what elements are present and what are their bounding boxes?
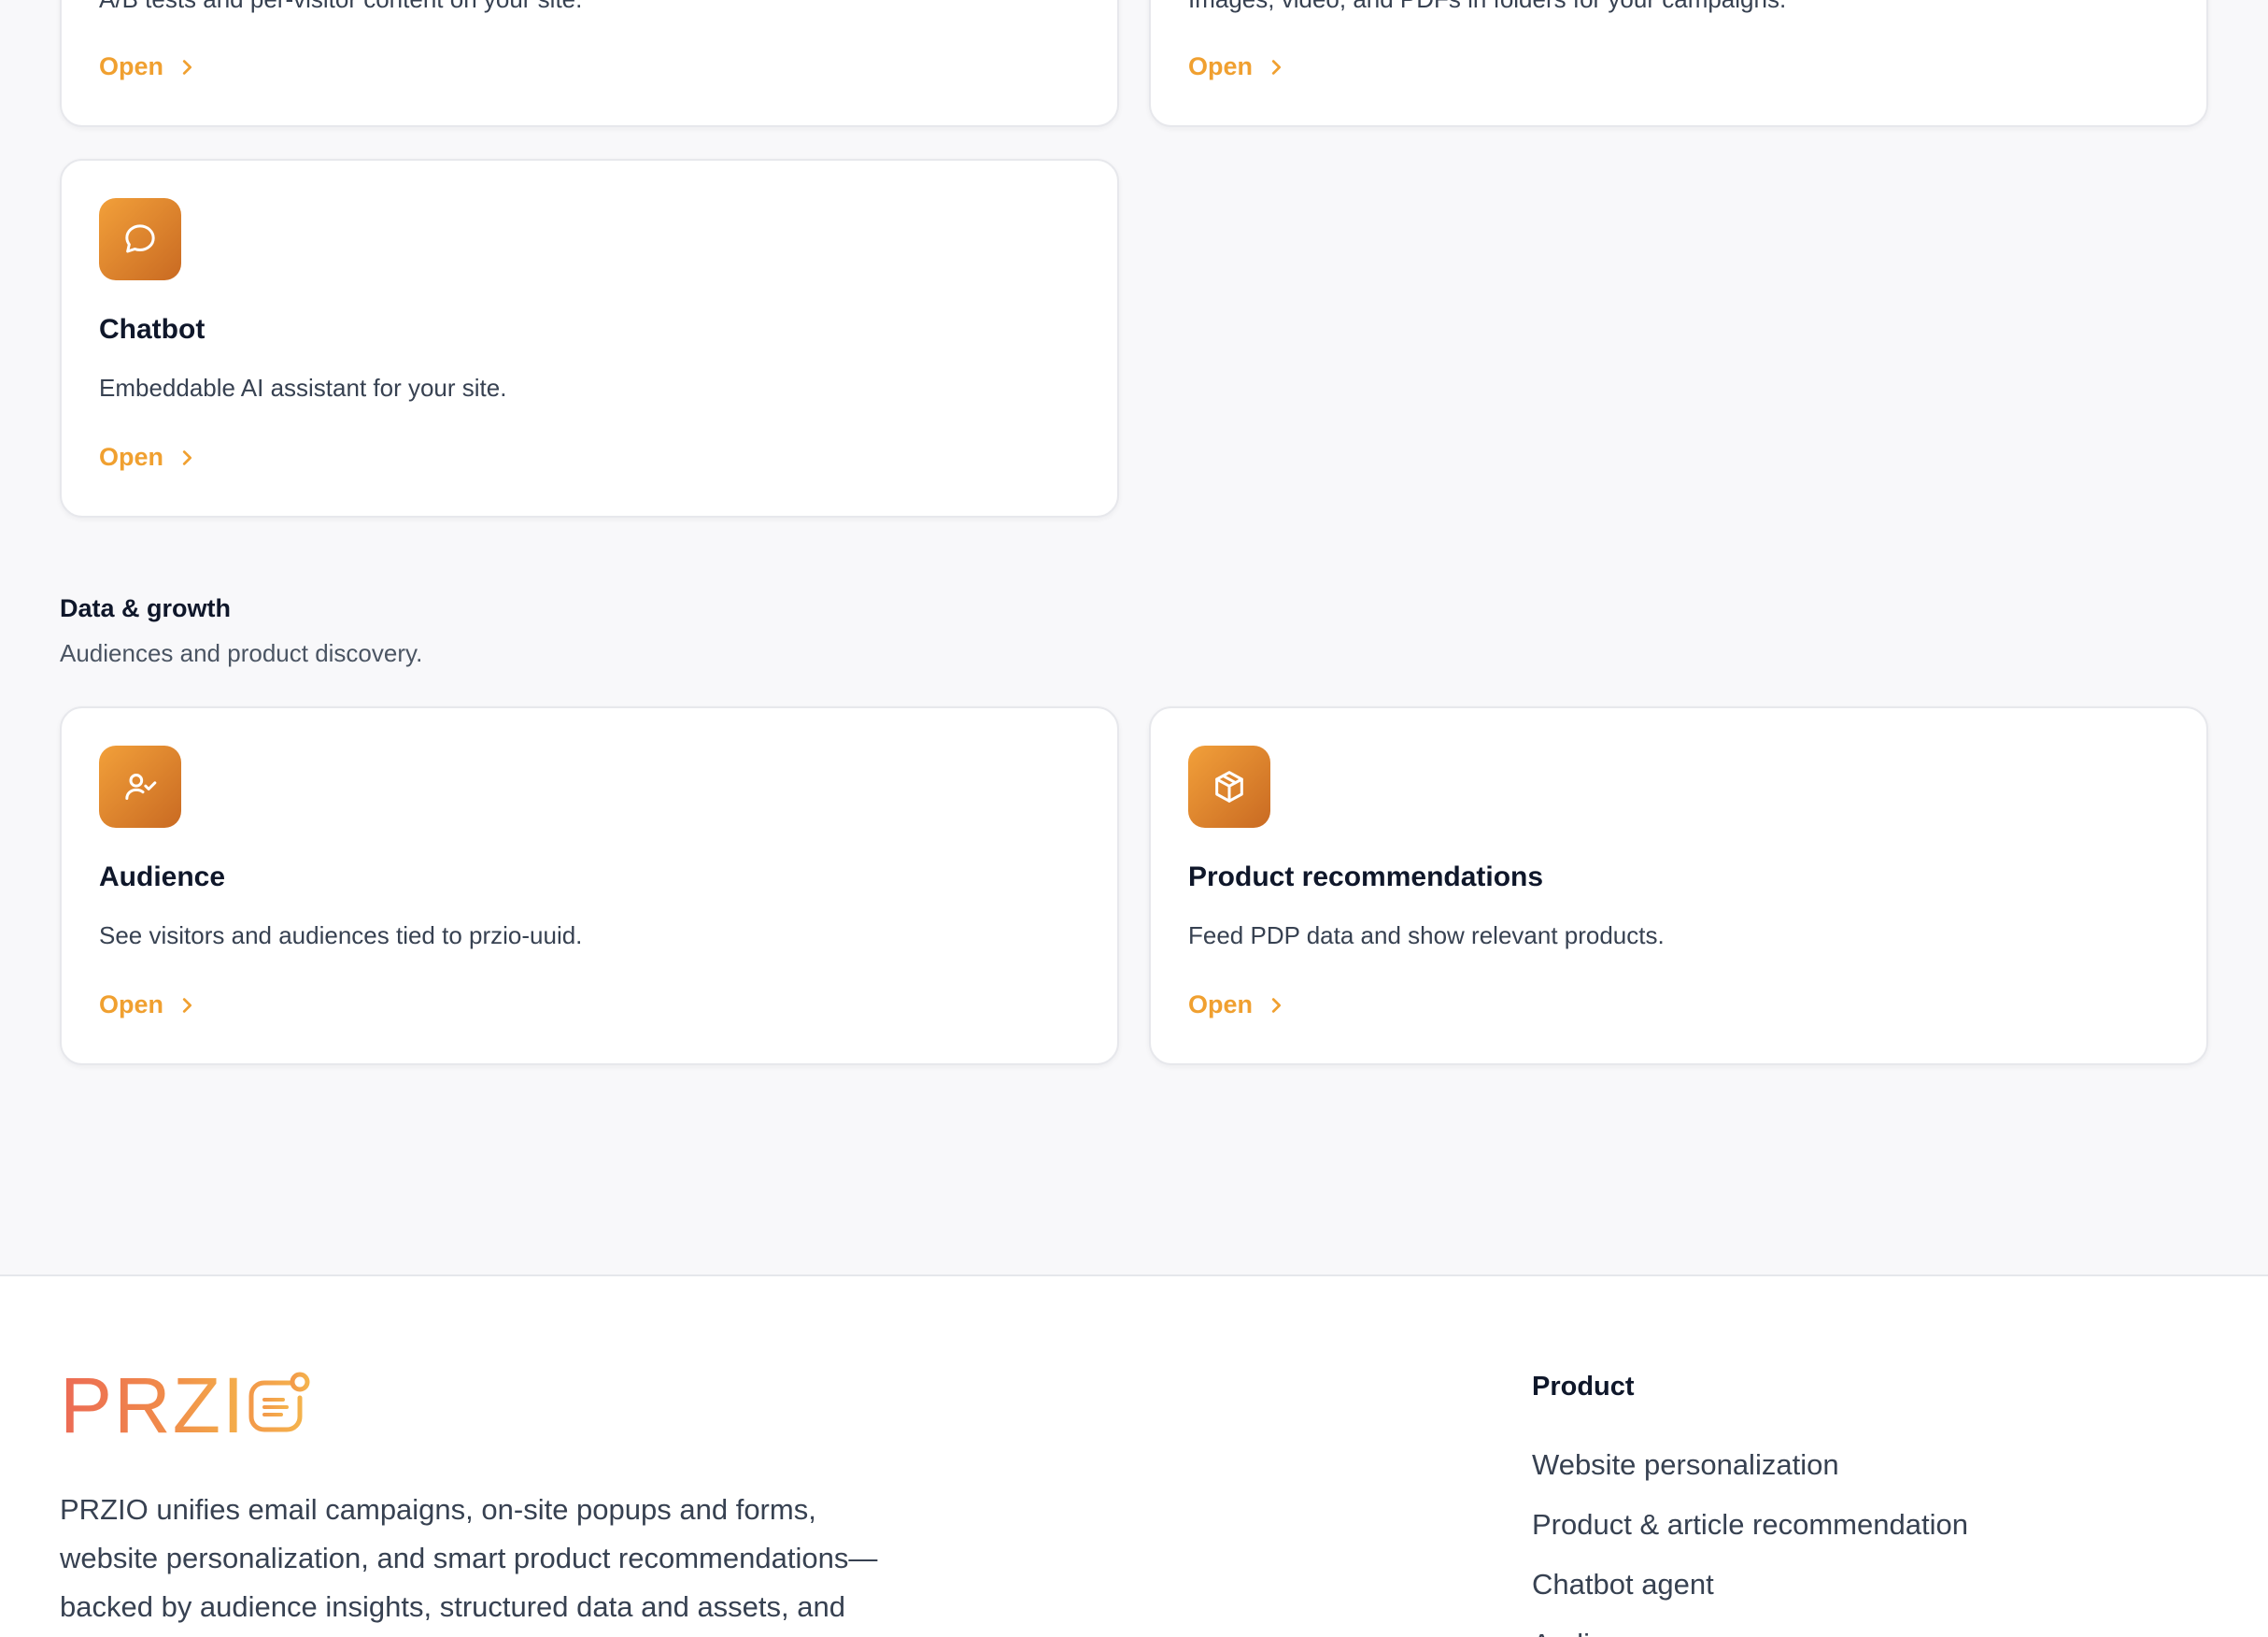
card-title: Chatbot [99, 314, 206, 345]
card-title: Product recommendations [1188, 861, 1544, 892]
card-media-library: Images, video, and PDFs in folders for y… [1149, 0, 2208, 127]
footer-link-audience[interactable]: Audience [1532, 1622, 1968, 1637]
open-link[interactable]: Open [1188, 990, 1286, 1019]
footer-link-product-article-recommendation[interactable]: Product & article recommendation [1532, 1502, 1968, 1562]
main-content: A/B tests and per-visitor content on you… [0, 0, 2268, 1274]
open-link[interactable]: Open [99, 443, 197, 472]
card-product-recommendations: Product recommendations Feed PDP data an… [1149, 706, 2208, 1065]
open-link[interactable]: Open [1188, 52, 1286, 81]
card-description: A/B tests and per-visitor content on you… [99, 0, 582, 14]
card-description: See visitors and audiences tied to przio… [99, 921, 583, 949]
open-link-label: Open [99, 443, 164, 471]
site-footer: PRZI PRZIO unifies email campaigns, on-s… [0, 1274, 2268, 1637]
footer-product-links: Website personalization Product & articl… [1532, 1443, 1968, 1637]
open-link[interactable]: Open [99, 990, 197, 1019]
user-check-icon [99, 746, 181, 828]
logo-o-icon [248, 1372, 310, 1432]
card-description: Feed PDP data and show relevant products… [1188, 921, 1665, 949]
card-description: Embeddable AI assistant for your site. [99, 374, 507, 402]
section-subtitle: Audiences and product discovery. [60, 639, 423, 667]
open-link[interactable]: Open [99, 52, 197, 81]
open-link-label: Open [1188, 52, 1254, 80]
chevron-right-icon [182, 449, 192, 465]
chat-bubble-icon [99, 198, 181, 280]
chevron-right-icon [1271, 59, 1282, 75]
chevron-right-icon [182, 59, 192, 75]
chevron-right-icon [1271, 997, 1282, 1013]
logo-wordmark: PRZI [60, 1361, 247, 1449]
footer-link-website-personalization[interactable]: Website personalization [1532, 1443, 1968, 1502]
card-title: Audience [99, 861, 226, 892]
footer-product-heading: Product [1532, 1372, 1635, 1402]
footer-description: PRZIO unifies email campaigns, on-site p… [60, 1493, 878, 1623]
package-icon [1188, 746, 1270, 828]
open-link-label: Open [99, 990, 164, 1018]
card-description: Images, video, and PDFs in folders for y… [1188, 0, 1786, 14]
card-audience: Audience See visitors and audiences tied… [60, 706, 1119, 1065]
chevron-right-icon [182, 997, 192, 1013]
section-title: Data & growth [60, 594, 232, 622]
przio-logo[interactable]: PRZI [60, 1361, 313, 1449]
open-link-label: Open [1188, 990, 1254, 1018]
footer-link-chatbot-agent[interactable]: Chatbot agent [1532, 1562, 1968, 1622]
card-chatbot: Chatbot Embeddable AI assistant for your… [60, 159, 1119, 518]
card-ab-testing: A/B tests and per-visitor content on you… [60, 0, 1119, 127]
open-link-label: Open [99, 52, 164, 80]
